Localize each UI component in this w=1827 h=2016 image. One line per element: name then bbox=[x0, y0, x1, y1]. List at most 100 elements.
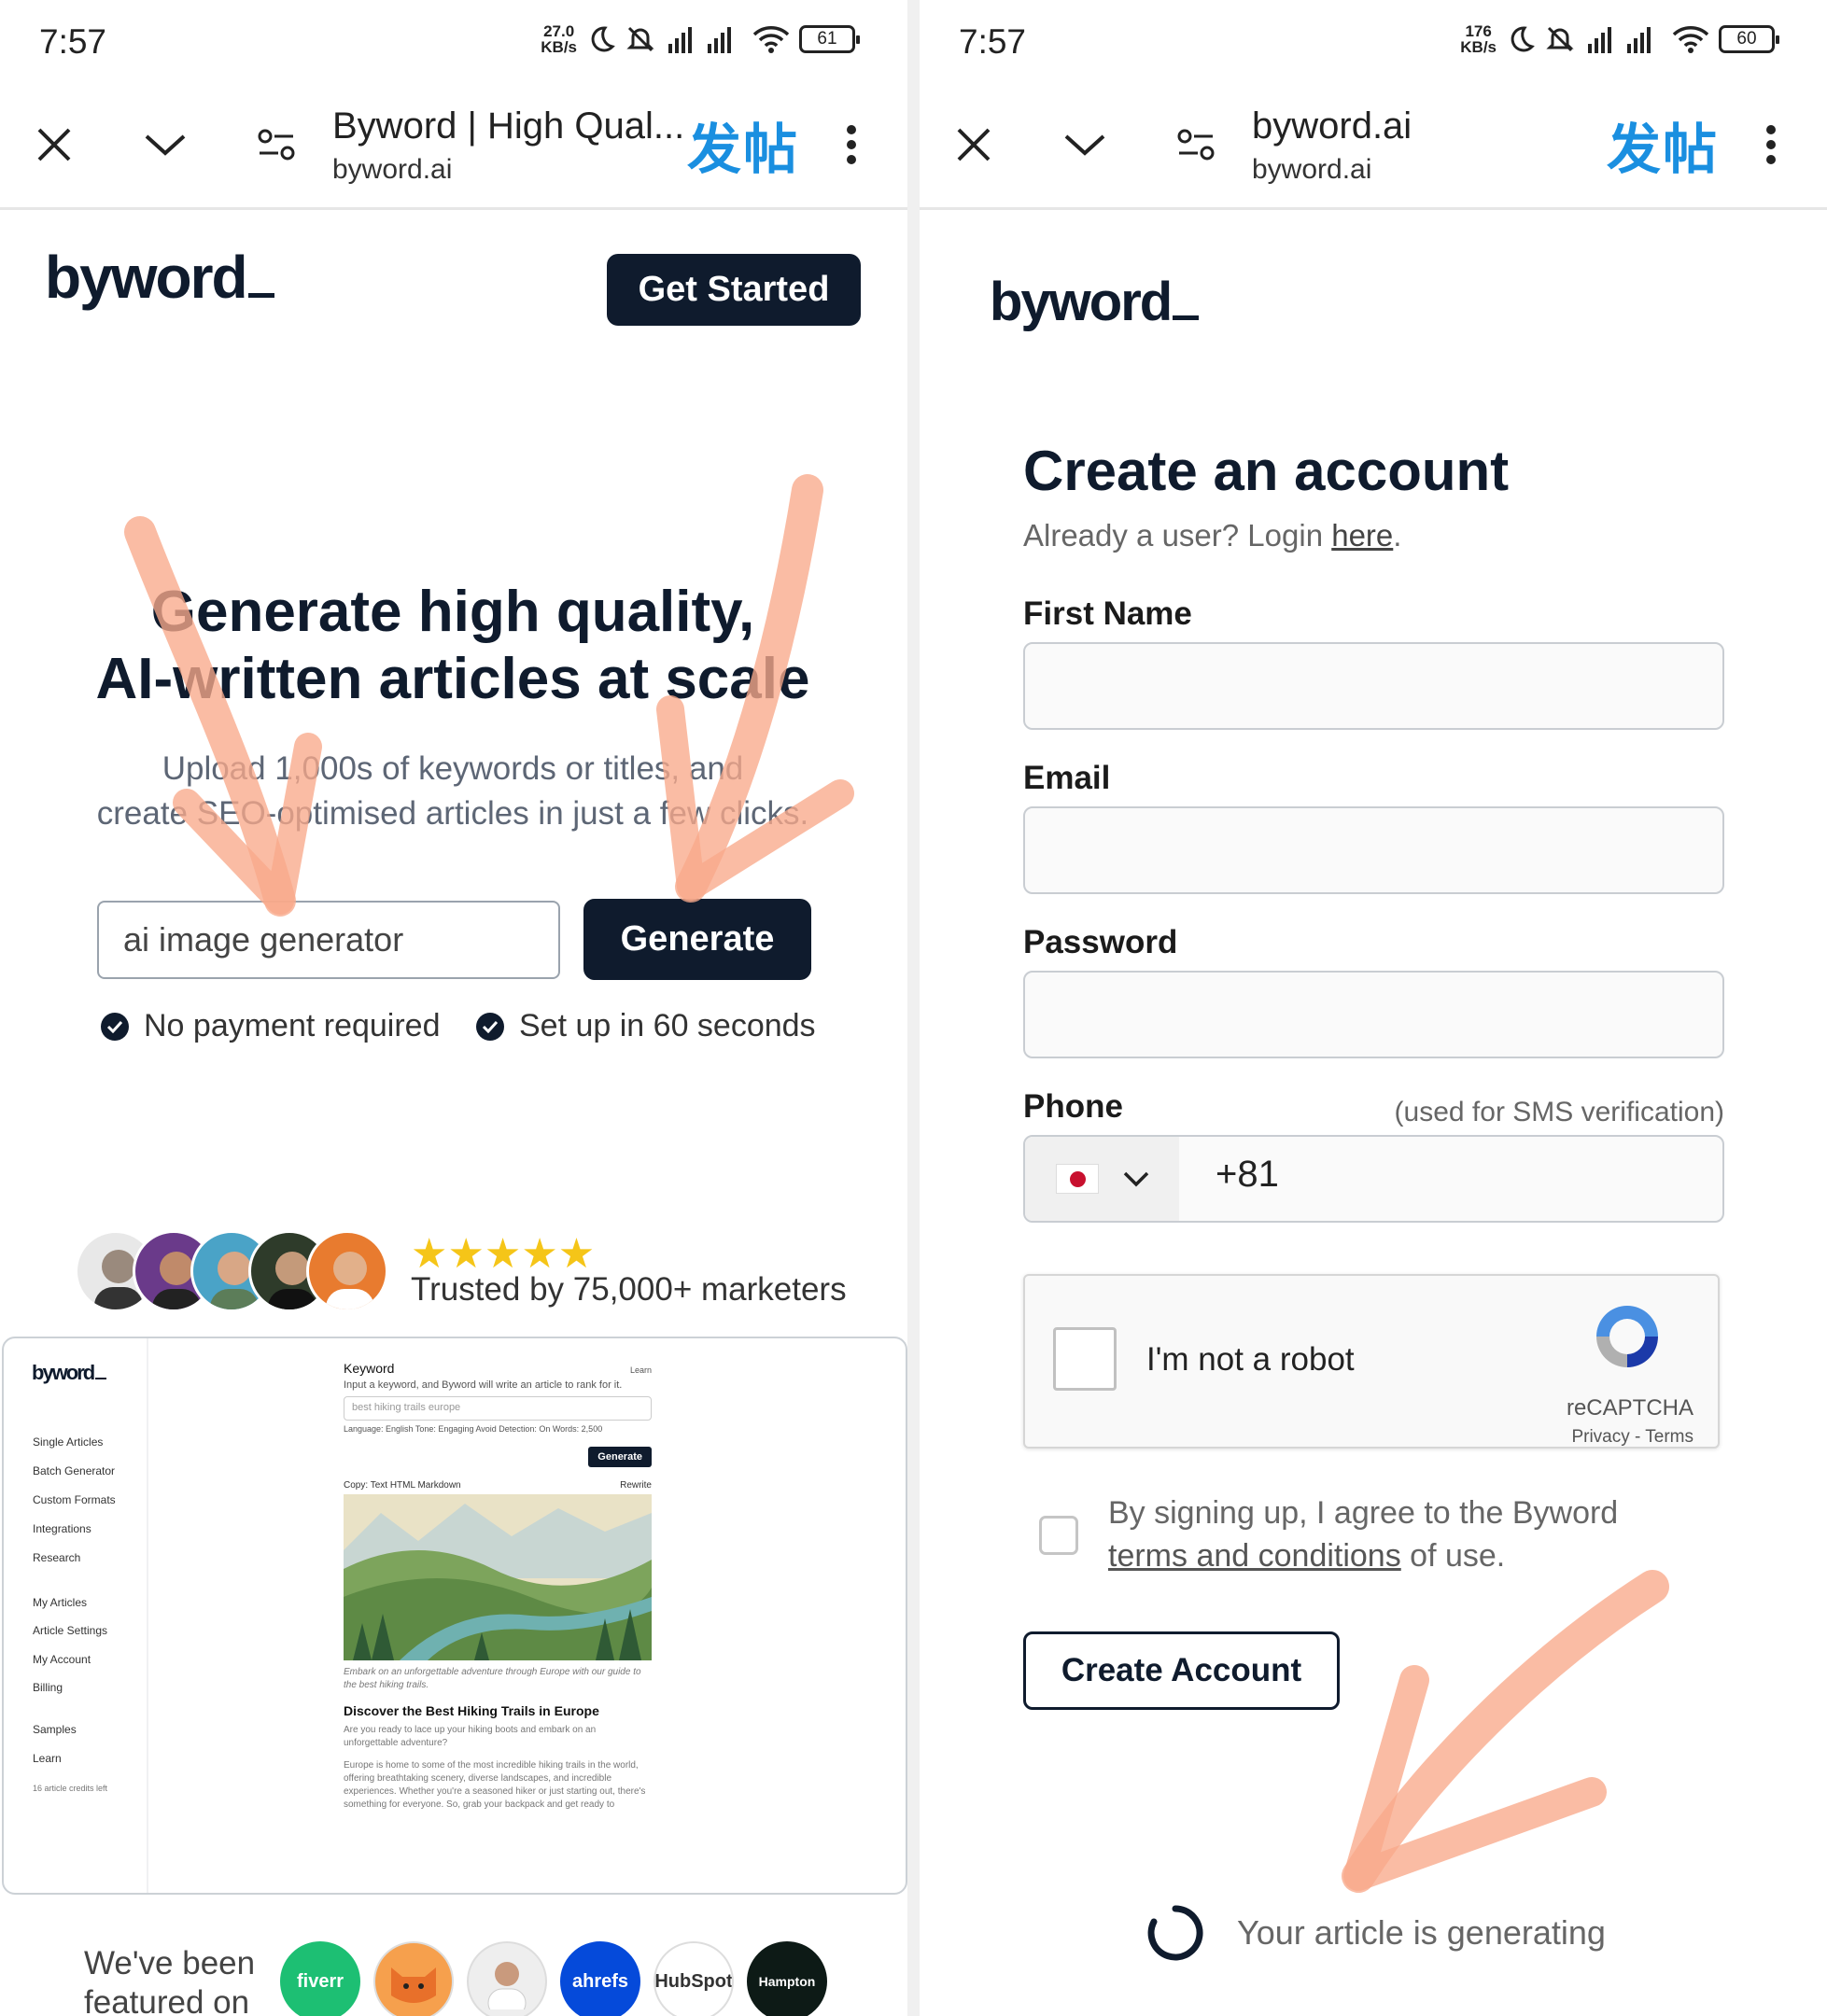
fiverr-logo: fiverr bbox=[280, 1941, 360, 2016]
check-circle-icon bbox=[476, 1012, 504, 1041]
recaptcha-label: I'm not a robot bbox=[1146, 1341, 1355, 1378]
network-speed: 176 KB/s bbox=[1460, 22, 1497, 56]
mute-bell-icon bbox=[1546, 26, 1574, 52]
system-icons: 176 KB/s 60 bbox=[1460, 22, 1779, 56]
preview-article-intro: Are you ready to lace up your hiking boo… bbox=[344, 1725, 597, 1748]
status-time: 7:57 bbox=[39, 22, 107, 61]
recaptcha-icon bbox=[1596, 1306, 1658, 1367]
first-name-label: First Name bbox=[1023, 595, 1192, 632]
hubspot-logo: HubSpot bbox=[654, 1941, 734, 2016]
preview-nav-item: My Account bbox=[33, 1653, 91, 1666]
preview-nav-item: Learn bbox=[33, 1752, 62, 1765]
hero-subtitle: Upload 1,000s of keywords or titles, and… bbox=[96, 750, 809, 832]
terms-checkbox[interactable] bbox=[1039, 1516, 1078, 1555]
wifi-icon bbox=[752, 26, 790, 53]
avatar bbox=[306, 1230, 388, 1312]
hero-title: Generate high quality, AI-written articl… bbox=[95, 580, 810, 711]
tab-url: byword.ai bbox=[332, 154, 453, 185]
ahrefs-logo: ahrefs bbox=[560, 1941, 640, 2016]
hiking-landscape-image bbox=[344, 1494, 652, 1660]
preview-keyword-input: best hiking trails europe bbox=[344, 1396, 652, 1421]
password-label: Password bbox=[1023, 924, 1178, 960]
close-icon[interactable] bbox=[946, 117, 1002, 173]
terms-link[interactable]: terms and conditions bbox=[1108, 1538, 1401, 1574]
preview-article-title: Discover the Best Hiking Trails in Europ… bbox=[344, 1703, 599, 1718]
battery-indicator: 60 bbox=[1719, 25, 1779, 53]
close-icon[interactable] bbox=[26, 117, 82, 173]
preview-article-body: Europe is home to some of the most incre… bbox=[344, 1760, 646, 1810]
password-field[interactable] bbox=[1023, 971, 1724, 1058]
byword-logo[interactable]: byword bbox=[45, 243, 274, 312]
preview-sidebar: byword Single Articles Batch Generator C… bbox=[4, 1338, 148, 1893]
preview-nav-item: Batch Generator bbox=[33, 1464, 116, 1477]
login-prompt: Already a user? Login here. bbox=[1023, 518, 1402, 553]
generate-button[interactable]: Generate bbox=[583, 899, 811, 980]
browser-toolbar: byword.ai byword.ai 发帖 bbox=[920, 89, 1827, 210]
no-payment-note: No payment required bbox=[101, 1008, 441, 1044]
phone-field[interactable]: +81 bbox=[1023, 1135, 1724, 1223]
post-button[interactable]: 发帖 bbox=[1607, 105, 1719, 184]
preview-logo: byword bbox=[32, 1361, 107, 1385]
status-time: 7:57 bbox=[959, 22, 1027, 61]
first-name-field[interactable] bbox=[1023, 642, 1724, 730]
phone-note: (used for SMS verification) bbox=[1394, 1097, 1724, 1127]
preview-image-caption: Embark on an unforgettable adventure thr… bbox=[344, 1667, 641, 1690]
preview-nav-item: Single Articles bbox=[33, 1435, 104, 1449]
country-code-select[interactable] bbox=[1025, 1137, 1179, 1221]
signal-icon bbox=[668, 27, 731, 53]
chevron-down-icon[interactable] bbox=[1057, 117, 1113, 173]
hampton-logo: Hampton bbox=[747, 1941, 827, 2016]
recaptcha-checkbox[interactable] bbox=[1053, 1327, 1117, 1391]
more-menu-icon[interactable] bbox=[823, 117, 879, 173]
mute-bell-icon bbox=[626, 26, 654, 52]
person-logo bbox=[467, 1941, 547, 2016]
get-started-button[interactable]: Get Started bbox=[607, 254, 861, 326]
site-settings-icon[interactable] bbox=[1168, 117, 1224, 173]
featured-on-text: We've been featured on bbox=[84, 1945, 256, 2016]
page-title: Create an account bbox=[1023, 440, 1510, 502]
keyword-input[interactable]: ai image generator bbox=[97, 901, 560, 979]
email-field[interactable] bbox=[1023, 806, 1724, 894]
cat-logo bbox=[373, 1941, 454, 2016]
generating-status: Your article is generating bbox=[1237, 1913, 1606, 1952]
recaptcha-widget: I'm not a robot reCAPTCHA Privacy - Term… bbox=[1023, 1274, 1720, 1449]
more-menu-icon[interactable] bbox=[1743, 117, 1799, 173]
create-account-button[interactable]: Create Account bbox=[1023, 1631, 1340, 1710]
left-screen: 7:57 27.0 KB/s 61 Byword | High Qual... b… bbox=[0, 0, 907, 2016]
wifi-icon bbox=[1672, 26, 1709, 53]
app-preview: byword Single Articles Batch Generator C… bbox=[2, 1337, 907, 1895]
post-button[interactable]: 发帖 bbox=[687, 105, 799, 184]
preview-learn: Learn bbox=[629, 1365, 652, 1375]
login-link[interactable]: here bbox=[1331, 518, 1393, 553]
signal-icon bbox=[1588, 27, 1651, 53]
terms-agreement: By signing up, I agree to the Byword ter… bbox=[1108, 1495, 1619, 1574]
featured-brands: fiverr ahrefs HubSpot Hampton bbox=[280, 1941, 827, 2016]
preview-nav-item: Research bbox=[33, 1551, 81, 1564]
byword-logo[interactable]: byword bbox=[990, 271, 1200, 333]
tab-title: Byword | High Qual... bbox=[332, 105, 685, 147]
check-circle-icon bbox=[101, 1012, 129, 1041]
chevron-down-icon[interactable] bbox=[137, 117, 193, 173]
recaptcha-links[interactable]: Privacy - Terms bbox=[1571, 1427, 1693, 1448]
tab-url: byword.ai bbox=[1252, 154, 1372, 185]
preview-generate-button: Generate bbox=[588, 1447, 652, 1467]
preview-options: Language: English Tone: Engaging Avoid D… bbox=[344, 1424, 603, 1434]
status-bar: 7:57 176 KB/s 60 bbox=[920, 0, 1827, 89]
tab-title: byword.ai bbox=[1252, 105, 1412, 147]
preview-keyword-label: Keyword bbox=[344, 1361, 395, 1376]
preview-nav-item: Billing bbox=[33, 1681, 63, 1694]
preview-main: Keyword Learn Input a keyword, and Bywor… bbox=[344, 1361, 652, 1812]
site-settings-icon[interactable] bbox=[248, 117, 304, 173]
right-screen: 7:57 176 KB/s 60 byword.ai byword.ai 发帖 b… bbox=[920, 0, 1827, 2016]
preview-copy-tabs: Copy: Text HTML Markdown bbox=[344, 1480, 461, 1491]
dial-code: +81 bbox=[1216, 1154, 1279, 1195]
chevron-down-icon bbox=[1123, 1171, 1148, 1187]
trusted-text: Trusted by 75,000+ marketers bbox=[411, 1271, 847, 1308]
battery-indicator: 61 bbox=[799, 25, 860, 53]
moon-icon bbox=[591, 26, 615, 52]
preview-nav-item: Integrations bbox=[33, 1522, 91, 1535]
loading-spinner-icon bbox=[1147, 1905, 1203, 1961]
credits-left: 16 article credits left bbox=[33, 1784, 108, 1793]
network-speed: 27.0 KB/s bbox=[541, 22, 577, 56]
phone-label: Phone bbox=[1023, 1088, 1123, 1125]
